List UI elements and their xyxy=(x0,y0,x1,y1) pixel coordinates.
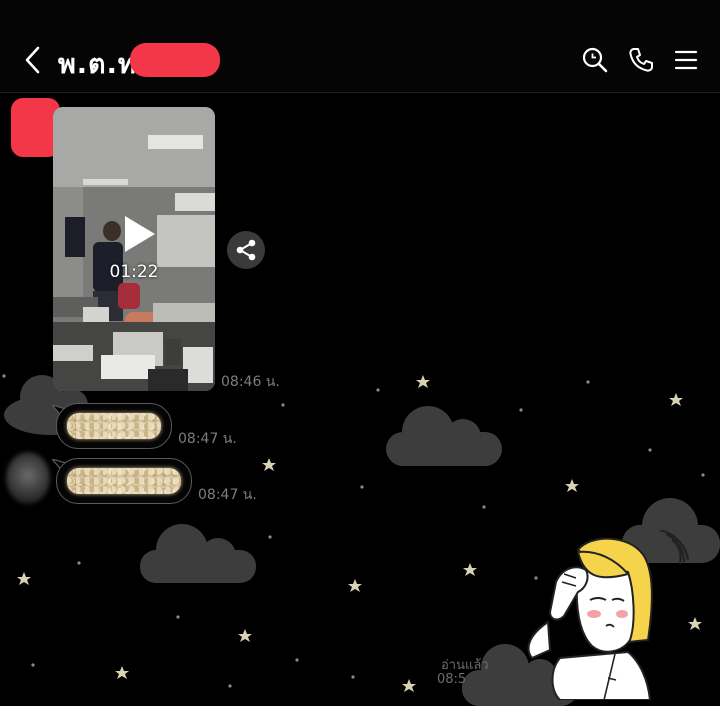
video-duration: 01:22 xyxy=(109,262,159,282)
sender-avatar[interactable] xyxy=(6,452,50,504)
message-text-redaction xyxy=(67,413,161,439)
message-bubble[interactable] xyxy=(56,458,192,504)
phone-icon[interactable] xyxy=(627,46,655,74)
message-timestamp: 08:47 น. xyxy=(178,431,237,447)
chat-header: พ.ต.ท xyxy=(0,0,720,93)
message-timestamp: 08:47 น. xyxy=(198,487,257,503)
chat-title[interactable]: พ.ต.ท xyxy=(58,42,137,85)
name-redaction xyxy=(130,43,220,77)
message-bubble[interactable] xyxy=(56,403,172,449)
video-message[interactable]: 01:22 xyxy=(53,107,215,391)
message-timestamp: 08:46 น. xyxy=(221,374,280,390)
menu-icon[interactable] xyxy=(672,46,700,74)
message-text-redaction xyxy=(67,468,181,494)
sticker-image[interactable] xyxy=(520,530,720,700)
search-icon[interactable] xyxy=(581,46,609,74)
sent-timestamp: 08:5 xyxy=(437,672,467,687)
cloud-2 xyxy=(386,406,502,466)
cloud-3 xyxy=(140,524,256,583)
share-icon xyxy=(236,239,256,261)
play-icon[interactable] xyxy=(121,214,157,254)
share-button[interactable] xyxy=(227,231,265,269)
back-arrow-icon[interactable] xyxy=(22,44,44,76)
